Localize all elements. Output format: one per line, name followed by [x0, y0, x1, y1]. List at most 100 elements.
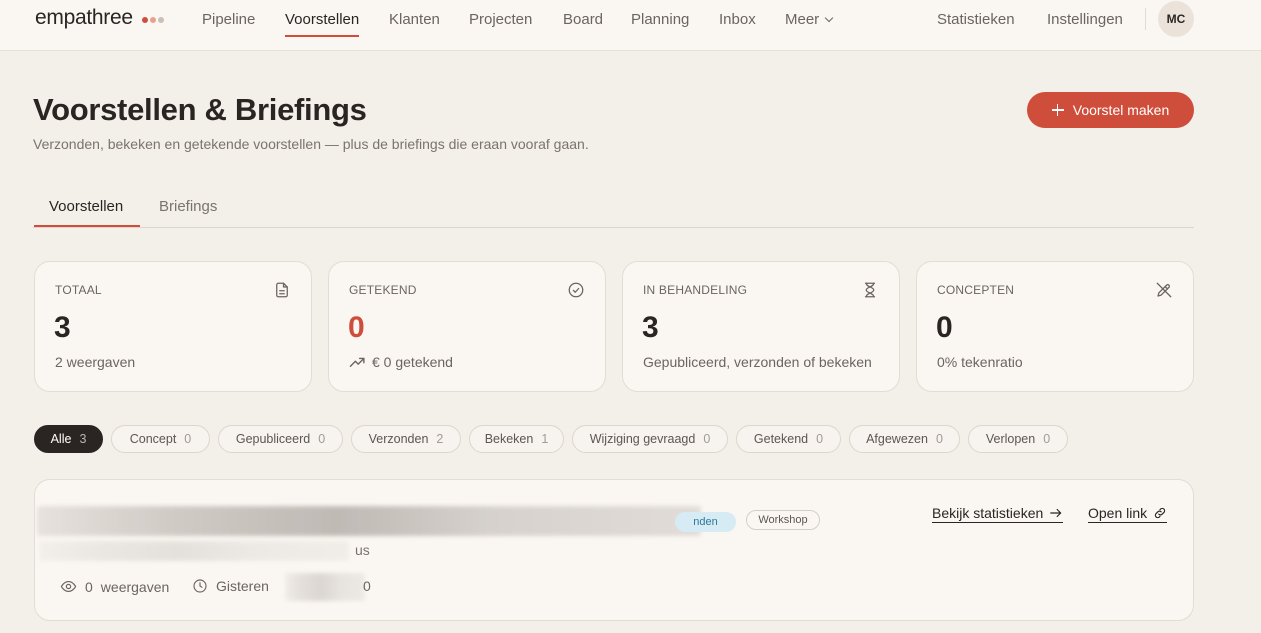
nav-item-meer-label: Meer [785, 11, 820, 28]
plus-icon [1051, 104, 1064, 116]
stat-card-in-behandeling: IN BEHANDELING 3 Gepubliceerd, verzonden… [622, 261, 900, 392]
views-count: 0 [85, 578, 93, 595]
create-proposal-label: Voorstel maken [1072, 102, 1170, 118]
views-label: weergaven [100, 578, 170, 595]
brand-logo[interactable]: empathree [35, 6, 133, 30]
filter-label: Concept [129, 432, 177, 446]
stat-card-totaal: TOTAAL 3 2 weergaven [34, 261, 312, 392]
filter-count: 0 [816, 432, 824, 446]
proposal-date: Gisteren [192, 578, 269, 594]
filter-wijziging-gevraagd[interactable]: Wijziging gevraagd 0 [572, 425, 728, 453]
tabs-divider [33, 227, 1194, 228]
stat-footer-text: 2 weergaven [55, 354, 136, 370]
filter-label: Alle [50, 432, 72, 446]
stat-footer: € 0 getekend [349, 354, 453, 370]
stat-label: TOTAAL [55, 283, 102, 297]
clock-icon [193, 579, 207, 593]
brand-logo-dots [142, 17, 164, 23]
stat-value: 3 [642, 311, 659, 344]
stat-label: CONCEPTEN [937, 283, 1015, 297]
page-title: Voorstellen & Briefings [33, 92, 367, 127]
open-link-label: Open link [1088, 505, 1148, 521]
filter-count: 3 [79, 432, 87, 446]
pencil-off-icon [1156, 282, 1172, 298]
proposal-card[interactable]: nden Workshop us 0 weergaven Gisteren 0 … [34, 479, 1194, 621]
stat-card-getekend: GETEKEND 0 € 0 getekend [328, 261, 606, 392]
view-stats-link[interactable]: Bekijk statistieken [932, 505, 1064, 523]
filter-count: 2 [436, 432, 444, 446]
stat-card-concepten: CONCEPTEN 0 0% tekenratio [916, 261, 1194, 392]
status-badge: nden [675, 512, 736, 532]
nav-item-board[interactable]: Board [563, 11, 603, 28]
nav-active-indicator [285, 35, 359, 37]
nav-item-klanten[interactable]: Klanten [389, 11, 440, 28]
nav-item-pipeline[interactable]: Pipeline [202, 11, 255, 28]
logo-dot [158, 17, 164, 23]
stat-label: IN BEHANDELING [643, 283, 748, 297]
logo-dot [142, 17, 148, 23]
redacted-amount [285, 573, 365, 601]
proposal-tag: Workshop [746, 510, 820, 530]
date-label: Gisteren [216, 578, 269, 594]
filter-label: Gepubliceerd [235, 432, 311, 446]
link-icon [1155, 507, 1166, 519]
tab-voorstellen[interactable]: Voorstellen [49, 198, 123, 215]
filter-count: 0 [703, 432, 711, 446]
filter-count: 0 [318, 432, 326, 446]
filter-label: Afgewezen [866, 432, 928, 446]
nav-item-inbox[interactable]: Inbox [719, 11, 756, 28]
tab-active-indicator [34, 225, 140, 227]
nav-item-meer[interactable]: Meer [785, 11, 834, 28]
document-icon [276, 282, 288, 298]
logo-dot [150, 17, 156, 23]
stat-value: 3 [54, 311, 71, 344]
view-stats-label: Bekijk statistieken [932, 505, 1044, 521]
filter-alle[interactable]: Alle 3 [34, 425, 103, 453]
stat-footer-text: € 0 getekend [372, 354, 453, 370]
page-subtitle: Verzonden, bekeken en getekende voorstel… [33, 136, 589, 152]
filter-label: Verzonden [368, 432, 429, 446]
redacted-title [37, 506, 701, 536]
nav-item-voorstellen[interactable]: Voorstellen [285, 11, 359, 28]
proposal-views: 0 weergaven [60, 578, 169, 595]
nav-item-planning[interactable]: Planning [631, 11, 689, 28]
open-link[interactable]: Open link [1088, 505, 1168, 523]
nav-item-instellingen[interactable]: Instellingen [1047, 11, 1123, 28]
stat-footer: Gepubliceerd, verzonden of bekeken [643, 354, 872, 370]
filter-concept[interactable]: Concept 0 [111, 425, 210, 453]
nav-divider [1145, 8, 1146, 30]
filter-getekend[interactable]: Getekend 0 [736, 425, 841, 453]
check-circle-icon [568, 282, 584, 298]
proposal-subtitle-fragment: us [355, 542, 370, 558]
filter-verlopen[interactable]: Verlopen 0 [968, 425, 1068, 453]
stat-label: GETEKEND [349, 283, 417, 297]
filter-count: 0 [184, 432, 192, 446]
nav-item-statistieken[interactable]: Statistieken [937, 11, 1015, 28]
nav-item-projecten[interactable]: Projecten [469, 11, 532, 28]
filter-bekeken[interactable]: Bekeken 1 [469, 425, 564, 453]
stat-footer-text: Gepubliceerd, verzonden of bekeken [643, 354, 872, 370]
hourglass-icon [864, 282, 876, 298]
stat-footer-text: 0% tekenratio [937, 354, 1023, 370]
filter-label: Wijziging gevraagd [589, 432, 696, 446]
filter-label: Bekeken [484, 432, 534, 446]
stat-value: 0 [348, 311, 365, 344]
create-proposal-button[interactable]: Voorstel maken [1027, 92, 1194, 128]
filter-count: 0 [935, 432, 943, 446]
tab-briefings[interactable]: Briefings [159, 198, 217, 215]
top-navbar: empathree Pipeline Voorstellen Klanten P… [0, 0, 1261, 51]
user-avatar[interactable]: MC [1158, 1, 1194, 37]
eye-icon [60, 580, 77, 593]
redacted-subtitle [39, 541, 349, 561]
chevron-down-icon [824, 13, 834, 23]
filter-label: Verlopen [985, 432, 1036, 446]
filter-verzonden[interactable]: Verzonden 2 [351, 425, 461, 453]
amount-fragment: 0 [363, 578, 371, 594]
filter-count: 1 [541, 432, 549, 446]
filter-gepubliceerd[interactable]: Gepubliceerd 0 [218, 425, 343, 453]
stat-footer: 0% tekenratio [937, 354, 1023, 370]
filter-label: Getekend [753, 432, 809, 446]
arrow-right-icon [1050, 508, 1062, 518]
stat-value: 0 [936, 311, 953, 344]
filter-afgewezen[interactable]: Afgewezen 0 [849, 425, 960, 453]
